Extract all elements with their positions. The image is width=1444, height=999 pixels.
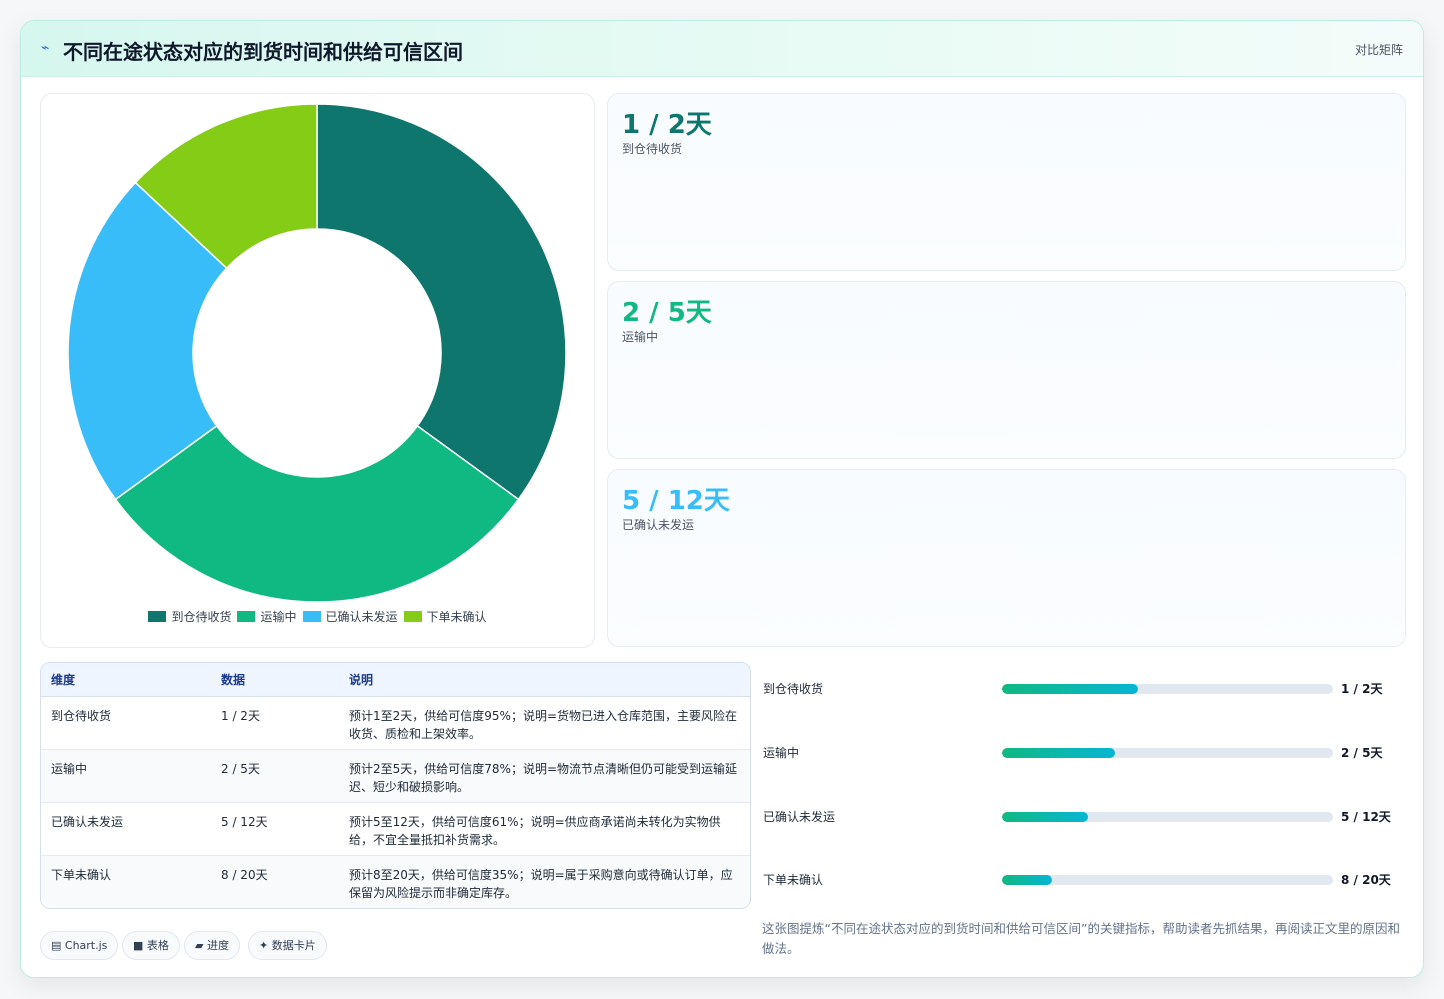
progress-label: 运输中 xyxy=(763,746,800,760)
chip-data-cards[interactable]: ✦ 数据卡片 xyxy=(248,931,327,960)
progress-value: 1 / 2天 xyxy=(1341,682,1383,696)
legend-label: 下单未确认 xyxy=(426,610,487,624)
table-header-row: 维度 数据 说明 xyxy=(41,663,750,697)
table-cell: 到仓待收货 xyxy=(41,696,211,750)
stat-card-confirmed: 5 / 12天 已确认未发运 xyxy=(607,469,1406,647)
progress-track xyxy=(1002,684,1333,694)
stat-value: 5 / 12天 xyxy=(622,486,730,516)
table-row: 下单未确认 8 / 20天 预计8至20天，供给可信度35%；说明=属于采购意向… xyxy=(41,855,750,908)
table-cell: 8 / 20天 xyxy=(211,855,339,908)
legend-item[interactable]: 已确认未发运 xyxy=(302,608,398,625)
progress-row: 到仓待收货 1 / 2天 xyxy=(761,678,1411,698)
table-cell: 下单未确认 xyxy=(41,855,211,908)
legend-item[interactable]: 到仓待收货 xyxy=(148,608,231,625)
card-header: ⌁ 不同在途状态对应的到货时间和供给可信区间 对比矩阵 xyxy=(21,21,1423,77)
dashboard-card: ⌁ 不同在途状态对应的到货时间和供给可信区间 对比矩阵 到仓待收货 运输中 已确认未… xyxy=(20,20,1424,978)
stat-label: 到仓待收货 xyxy=(622,142,683,156)
stat-card-receiving: 1 / 2天 到仓待收货 xyxy=(607,93,1406,271)
progress-track xyxy=(1002,875,1333,885)
summary-note: 这张图提炼“不同在途状态对应的到货时间和供给可信区间”的关键指标，帮助读者先抓结… xyxy=(762,921,1400,956)
progress-row: 已确认未发运 5 / 12天 xyxy=(761,806,1411,826)
progress-value: 2 / 5天 xyxy=(1341,746,1383,760)
column-header: 说明 xyxy=(339,663,750,697)
progress-fill xyxy=(1002,748,1115,758)
table-row: 运输中 2 / 5天 预计2至5天，供给可信度78%；说明=物流节点清晰但仍可能… xyxy=(41,749,750,803)
legend-swatch xyxy=(302,611,321,622)
stat-value: 1 / 2天 xyxy=(622,110,712,140)
legend-swatch xyxy=(237,611,256,622)
progress-fill xyxy=(1002,684,1138,694)
legend-swatch xyxy=(403,611,422,622)
stat-label: 已确认未发运 xyxy=(622,518,695,532)
chip-progress[interactable]: ▰ 进度 xyxy=(184,931,240,960)
progress-label: 已确认未发运 xyxy=(763,810,836,824)
data-table: 维度 数据 说明 到仓待收货 1 / 2天 预计1至2天，供给可信度95%；说明… xyxy=(40,662,751,909)
progress-track xyxy=(1002,748,1333,758)
chip-chartjs[interactable]: ▤ Chart.js xyxy=(40,931,119,960)
progress-fill xyxy=(1002,812,1089,822)
legend-swatch xyxy=(148,611,167,622)
table-row: 到仓待收货 1 / 2天 预计1至2天，供给可信度95%；说明=货物已进入仓库范… xyxy=(41,696,750,750)
progress-label: 到仓待收货 xyxy=(763,682,824,696)
column-header: 数据 xyxy=(211,663,339,697)
table-cell: 5 / 12天 xyxy=(211,802,339,856)
progress-label: 下单未确认 xyxy=(763,873,824,887)
legend-label: 已确认未发运 xyxy=(325,610,398,624)
table-cell: 预计1至2天，供给可信度95%；说明=货物已进入仓库范围，主要风险在收货、质检和… xyxy=(339,696,750,750)
progress-track xyxy=(1002,812,1333,822)
legend-label: 运输中 xyxy=(260,610,297,624)
progress-row: 运输中 2 / 5天 xyxy=(761,742,1411,762)
progress-value: 5 / 12天 xyxy=(1341,810,1391,824)
legend-item[interactable]: 运输中 xyxy=(237,608,297,625)
header-tag: 对比矩阵 xyxy=(1354,43,1403,57)
table-cell: 预计5至12天，供给可信度61%；说明=供应商承诺尚未转化为实物供给，不宜全量抵… xyxy=(339,802,750,856)
table-cell: 预计8至20天，供给可信度35%；说明=属于采购意向或待确认订单，应保留为风险提… xyxy=(339,855,750,908)
table-cell: 运输中 xyxy=(41,749,211,803)
column-header: 维度 xyxy=(41,663,211,697)
progress-fill xyxy=(1002,875,1052,885)
table-cell: 已确认未发运 xyxy=(41,802,211,856)
doughnut-chart xyxy=(67,103,567,603)
chip-table[interactable]: ■ 表格 xyxy=(122,931,180,960)
table-cell: 预计2至5天，供给可信度78%；说明=物流节点清晰但仍可能受到运输延迟、短少和破… xyxy=(339,749,750,803)
stat-card-in-transit: 2 / 5天 运输中 xyxy=(607,281,1406,459)
table-cell: 1 / 2天 xyxy=(211,696,339,750)
doughnut-slice[interactable] xyxy=(316,103,567,501)
chart-legend: 到仓待收货 运输中 已确认未发运 下单未确认 xyxy=(41,608,594,625)
table-cell: 2 / 5天 xyxy=(211,749,339,803)
progress-row: 下单未确认 8 / 20天 xyxy=(761,869,1411,889)
progress-value: 8 / 20天 xyxy=(1341,873,1391,887)
legend-label: 到仓待收货 xyxy=(171,610,232,624)
sparkle-icon: ⌁ xyxy=(41,40,50,56)
page-title: 不同在途状态对应的到货时间和供给可信区间 xyxy=(63,40,463,64)
table-row: 已确认未发运 5 / 12天 预计5至12天，供给可信度61%；说明=供应商承诺… xyxy=(41,802,750,856)
stat-value: 2 / 5天 xyxy=(622,298,712,328)
legend-item[interactable]: 下单未确认 xyxy=(403,608,487,625)
stat-label: 运输中 xyxy=(622,330,659,344)
doughnut-chart-panel: 到仓待收货 运输中 已确认未发运 下单未确认 xyxy=(40,93,595,648)
